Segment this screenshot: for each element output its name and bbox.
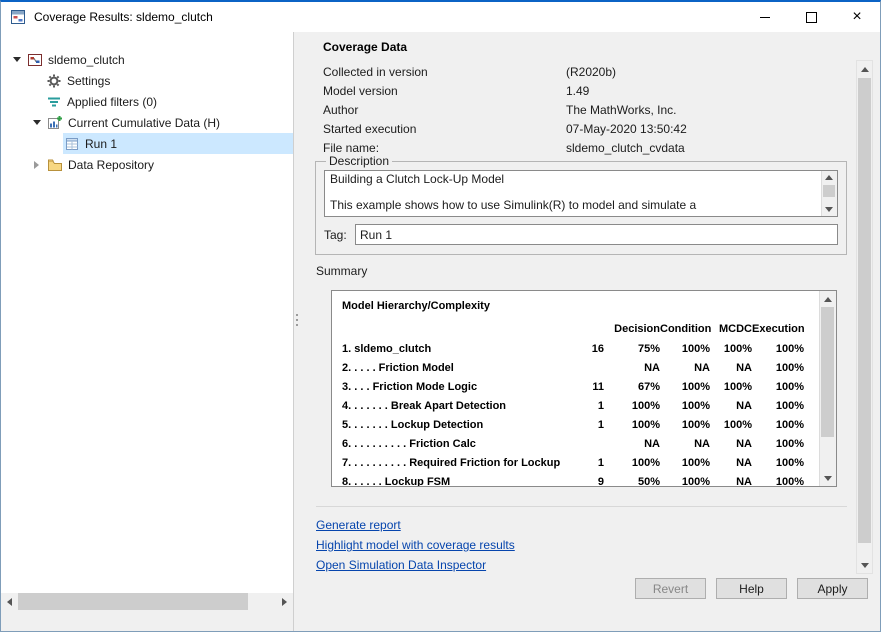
coverage-fields: Collected in version (R2020b) Model vers… bbox=[323, 63, 843, 158]
coverage-data-panel: Coverage Data Collected in version (R202… bbox=[301, 32, 880, 632]
page-title: Coverage Data bbox=[323, 40, 407, 54]
description-line: This example shows how to use Simulink(R… bbox=[330, 199, 817, 212]
coverage-tree-panel: sldemo_clutch Settings bbox=[1, 32, 293, 593]
field-row: Started execution 07-May-2020 13:50:42 bbox=[323, 120, 843, 139]
folder-icon bbox=[46, 157, 64, 173]
section-divider bbox=[316, 506, 847, 507]
field-value: 1.49 bbox=[566, 82, 589, 101]
scrollbar-thumb[interactable] bbox=[821, 307, 834, 437]
table-row: 4. . . . . . . Break Apart Detection 1 1… bbox=[342, 396, 816, 415]
summary-table: Model Hierarchy/Complexity Decision Cond… bbox=[331, 290, 837, 487]
tree-item-label: Settings bbox=[63, 74, 110, 88]
description-scrollbar[interactable] bbox=[821, 171, 837, 216]
field-row: Author The MathWorks, Inc. bbox=[323, 101, 843, 120]
tree-item-applied-filters[interactable]: Applied filters (0) bbox=[1, 91, 293, 112]
close-button[interactable]: × bbox=[834, 2, 880, 32]
field-value: (R2020b) bbox=[566, 63, 616, 82]
scroll-left-button[interactable] bbox=[1, 593, 18, 610]
table-row: 6. . . . . . . . . . Friction Calc NA NA… bbox=[342, 434, 816, 453]
collapse-arrow-icon[interactable] bbox=[27, 154, 46, 175]
maximize-icon bbox=[806, 12, 817, 23]
app-icon bbox=[10, 9, 26, 25]
field-row: Collected in version (R2020b) bbox=[323, 63, 843, 82]
scrollbar-thumb[interactable] bbox=[18, 593, 248, 610]
field-value: The MathWorks, Inc. bbox=[566, 101, 676, 120]
filter-icon bbox=[45, 94, 63, 110]
description-textarea[interactable]: Building a Clutch Lock-Up Model This exa… bbox=[324, 170, 838, 217]
field-label: Collected in version bbox=[323, 63, 566, 82]
tree-item-label: Data Repository bbox=[64, 158, 154, 172]
apply-button[interactable]: Apply bbox=[797, 578, 868, 599]
summary-table-content: Model Hierarchy/Complexity Decision Cond… bbox=[332, 291, 820, 486]
column-header: Condition bbox=[660, 323, 710, 335]
tag-input[interactable] bbox=[355, 224, 838, 245]
table-row: 2. . . . . Friction Model NA NA NA 100% bbox=[342, 358, 816, 377]
scrollbar-thumb[interactable] bbox=[858, 78, 871, 543]
table-row: 1. sldemo_clutch 16 75% 100% 100% 100% bbox=[342, 339, 816, 358]
scroll-down-button[interactable] bbox=[857, 557, 872, 573]
expand-arrow-icon[interactable] bbox=[7, 49, 26, 70]
scroll-up-button[interactable] bbox=[857, 61, 872, 77]
open-sdi-link[interactable]: Open Simulation Data Inspector bbox=[316, 558, 486, 572]
table-row: 8. . . . . . Lockup FSM 9 50% 100% NA 10… bbox=[342, 472, 816, 486]
coverage-results-window: Coverage Results: sldemo_clutch × sldemo… bbox=[0, 0, 881, 632]
column-header: MCDC bbox=[710, 323, 752, 335]
description-legend: Description bbox=[326, 154, 392, 168]
splitter-grip-icon bbox=[296, 314, 298, 326]
maximize-button[interactable] bbox=[788, 2, 834, 32]
cumulative-data-icon bbox=[46, 115, 64, 131]
gear-icon bbox=[45, 73, 63, 89]
expand-arrow-icon[interactable] bbox=[27, 112, 46, 133]
description-text: Building a Clutch Lock-Up Model This exa… bbox=[325, 171, 837, 212]
field-label: Started execution bbox=[323, 120, 566, 139]
window-controls: × bbox=[742, 2, 880, 32]
scroll-right-button[interactable] bbox=[276, 593, 293, 610]
description-group: Description Building a Clutch Lock-Up Mo… bbox=[315, 154, 847, 255]
table-title: Model Hierarchy/Complexity bbox=[342, 299, 816, 319]
field-label: Author bbox=[323, 101, 566, 120]
generate-report-link[interactable]: Generate report bbox=[316, 518, 401, 532]
tree-item-label: sldemo_clutch bbox=[44, 53, 125, 67]
highlight-model-link[interactable]: Highlight model with coverage results bbox=[316, 538, 515, 552]
revert-button[interactable]: Revert bbox=[635, 578, 706, 599]
column-header: Execution bbox=[752, 323, 804, 335]
close-icon: × bbox=[852, 9, 861, 25]
model-icon bbox=[26, 52, 44, 68]
table-row: 7. . . . . . . . . . Required Friction f… bbox=[342, 453, 816, 472]
tree-item-label: Run 1 bbox=[81, 137, 117, 151]
help-button[interactable]: Help bbox=[716, 578, 787, 599]
scroll-up-button[interactable] bbox=[820, 291, 835, 307]
field-value: 07-May-2020 13:50:42 bbox=[566, 120, 687, 139]
scrollbar-thumb[interactable] bbox=[823, 185, 835, 197]
scroll-down-button[interactable] bbox=[820, 470, 835, 486]
tree-item-sldemo-clutch[interactable]: sldemo_clutch bbox=[1, 49, 293, 70]
tree-item-label: Applied filters (0) bbox=[63, 95, 157, 109]
table-header-row: Decision Condition MCDC Execution bbox=[342, 319, 816, 339]
main-vertical-scrollbar[interactable] bbox=[856, 60, 873, 574]
table-scrollbar[interactable] bbox=[819, 291, 836, 486]
minimize-button[interactable] bbox=[742, 2, 788, 32]
titlebar[interactable]: Coverage Results: sldemo_clutch × bbox=[1, 2, 880, 33]
tree-item-label: Current Cumulative Data (H) bbox=[64, 116, 220, 130]
scroll-down-button[interactable] bbox=[822, 203, 836, 216]
tree-item-settings[interactable]: Settings bbox=[1, 70, 293, 91]
column-header: Decision bbox=[604, 323, 660, 335]
scroll-up-button[interactable] bbox=[822, 171, 836, 184]
tag-row: Tag: bbox=[324, 224, 838, 245]
table-row: 3. . . . Friction Mode Logic 11 67% 100%… bbox=[342, 377, 816, 396]
field-label: Model version bbox=[323, 82, 566, 101]
run-icon bbox=[63, 136, 81, 152]
minimize-icon bbox=[760, 17, 770, 18]
tree-item-run-1[interactable]: Run 1 bbox=[1, 133, 293, 154]
window-title: Coverage Results: sldemo_clutch bbox=[34, 10, 213, 24]
tag-label: Tag: bbox=[324, 228, 355, 242]
field-row: Model version 1.49 bbox=[323, 82, 843, 101]
selected-tree-item-highlight: Run 1 bbox=[63, 133, 293, 154]
tree-item-data-repository[interactable]: Data Repository bbox=[1, 154, 293, 175]
description-line: Building a Clutch Lock-Up Model bbox=[330, 173, 817, 186]
tree-horizontal-scrollbar[interactable] bbox=[1, 593, 293, 610]
table-row: 5. . . . . . . Lockup Detection 1 100% 1… bbox=[342, 415, 816, 434]
summary-label: Summary bbox=[316, 264, 367, 278]
tree-item-current-cumulative-data[interactable]: Current Cumulative Data (H) bbox=[1, 112, 293, 133]
